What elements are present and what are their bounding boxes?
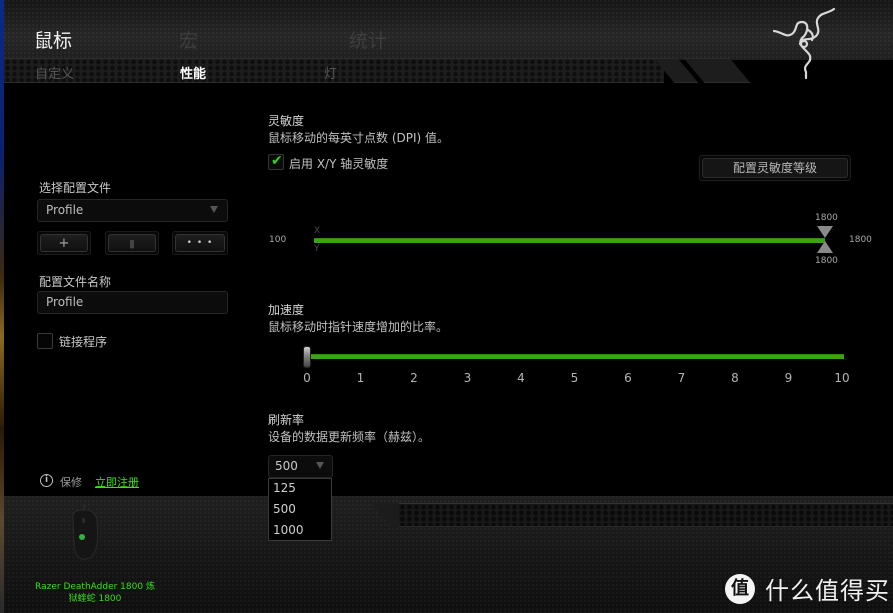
register-now-link[interactable]: 立即注册 [95, 474, 139, 490]
warranty-label: 保修 [60, 476, 82, 489]
acceleration-title: 加速度 [268, 303, 305, 317]
checkmark-icon: ✔ [271, 153, 283, 169]
profile-select[interactable]: Profile [37, 199, 228, 222]
plus-icon: + [58, 235, 70, 251]
device-name-line2: 狱蝰蛇 1800 [68, 594, 122, 604]
delete-profile-button[interactable]: ▮ [105, 231, 159, 255]
polling-rate-selected: 500 [275, 459, 298, 473]
razer-synapse-window: 鼠标 宏 统计 自定义 性能 灯 选择配置文件 Profile + ▮ • • … [4, 0, 893, 613]
sensitivity-title: 灵敏度 [268, 114, 305, 128]
chevron-down-icon [210, 206, 218, 213]
mouse-device-image[interactable] [67, 505, 101, 561]
profile-name-input[interactable]: Profile [37, 291, 228, 314]
acceleration-tick-8: 8 [731, 371, 739, 385]
enable-xy-label: 启用 X/Y 轴灵敏度 [289, 157, 389, 171]
acceleration-tick-6: 6 [624, 371, 632, 385]
enable-xy-checkbox[interactable]: ✔ [268, 153, 284, 170]
acceleration-description: 鼠标移动时指针速度增加的比率。 [268, 320, 449, 334]
acceleration-slider-track[interactable] [307, 354, 844, 359]
y-sensitivity-value: 1800 [815, 256, 838, 266]
y-axis-letter: Y [314, 244, 320, 254]
x-sensitivity-value: 1800 [815, 213, 838, 223]
polling-rate-option-500[interactable]: 500 [269, 500, 331, 521]
main-tab-mouse[interactable]: 鼠标 [34, 26, 72, 53]
device-name: Razer DeathAdder 1800 炼 狱蝰蛇 1800 [22, 581, 168, 605]
add-profile-button[interactable]: + [37, 231, 91, 255]
subtab-lighting[interactable]: 灯 [324, 63, 337, 82]
info-icon: i [40, 474, 53, 487]
acceleration-tick-9: 9 [784, 371, 793, 385]
watermark-text: 什么值得买 [765, 577, 890, 605]
profile-name-value: Profile [46, 295, 84, 309]
select-profile-label: 选择配置文件 [39, 181, 112, 195]
configure-sensitivity-levels-button[interactable]: 配置灵敏度等级 [699, 155, 851, 181]
acceleration-tick-5: 5 [570, 371, 579, 385]
ellipsis-icon: • • • [186, 238, 214, 248]
trash-icon: ▮ [128, 236, 136, 250]
polling-rate-option-125[interactable]: 125 [269, 479, 331, 500]
polling-rate-option-1000[interactable]: 1000 [269, 521, 331, 542]
device-name-line1: Razer DeathAdder 1800 炼 [35, 582, 155, 592]
acceleration-tick-2: 2 [410, 371, 418, 385]
x-axis-letter: X [314, 226, 321, 236]
configure-sensitivity-levels-label: 配置灵敏度等级 [702, 158, 848, 178]
link-program-label: 链接程序 [59, 335, 108, 349]
profile-select-value: Profile [46, 203, 84, 217]
main-tab-macro[interactable]: 宏 [179, 26, 198, 53]
watermark: 值 什么值得买 [725, 571, 890, 606]
chevron-down-icon [316, 462, 324, 469]
link-program-checkbox[interactable] [37, 333, 53, 349]
polling-rate-dropdown: 125 500 1000 [268, 478, 332, 541]
main-tab-stats[interactable]: 统计 [349, 26, 387, 53]
sensitivity-slider-track[interactable] [314, 238, 825, 243]
profile-name-label: 配置文件名称 [39, 275, 112, 289]
acceleration-tick-3: 3 [463, 371, 472, 385]
polling-rate-select[interactable]: 500 [268, 455, 333, 478]
acceleration-tick-4: 4 [517, 371, 525, 385]
subtab-customize[interactable]: 自定义 [35, 63, 74, 82]
subtab-performance[interactable]: 性能 [180, 63, 206, 82]
header-bar [4, 0, 893, 60]
razer-logo-icon [772, 7, 836, 80]
more-options-button[interactable]: • • • [172, 231, 228, 255]
sensitivity-min-label: 100 [269, 235, 287, 245]
polling-rate-title: 刷新率 [268, 413, 305, 427]
polling-rate-description: 设备的数据更新频率（赫兹）。 [268, 430, 431, 444]
sensitivity-max-label: 1800 [849, 235, 872, 245]
watermark-badge-icon: 值 [725, 573, 755, 604]
acceleration-slider-handle[interactable] [303, 346, 311, 368]
acceleration-tick-10: 10 [834, 371, 850, 385]
acceleration-tick-1: 1 [356, 371, 365, 385]
footer-band [399, 503, 893, 527]
y-sensitivity-handle[interactable] [817, 241, 833, 253]
acceleration-tick-0: 0 [303, 371, 311, 385]
acceleration-tick-7: 7 [677, 371, 686, 385]
x-sensitivity-handle[interactable] [817, 226, 833, 238]
sensitivity-description: 鼠标移动的每英寸点数 (DPI) 值。 [268, 131, 450, 145]
